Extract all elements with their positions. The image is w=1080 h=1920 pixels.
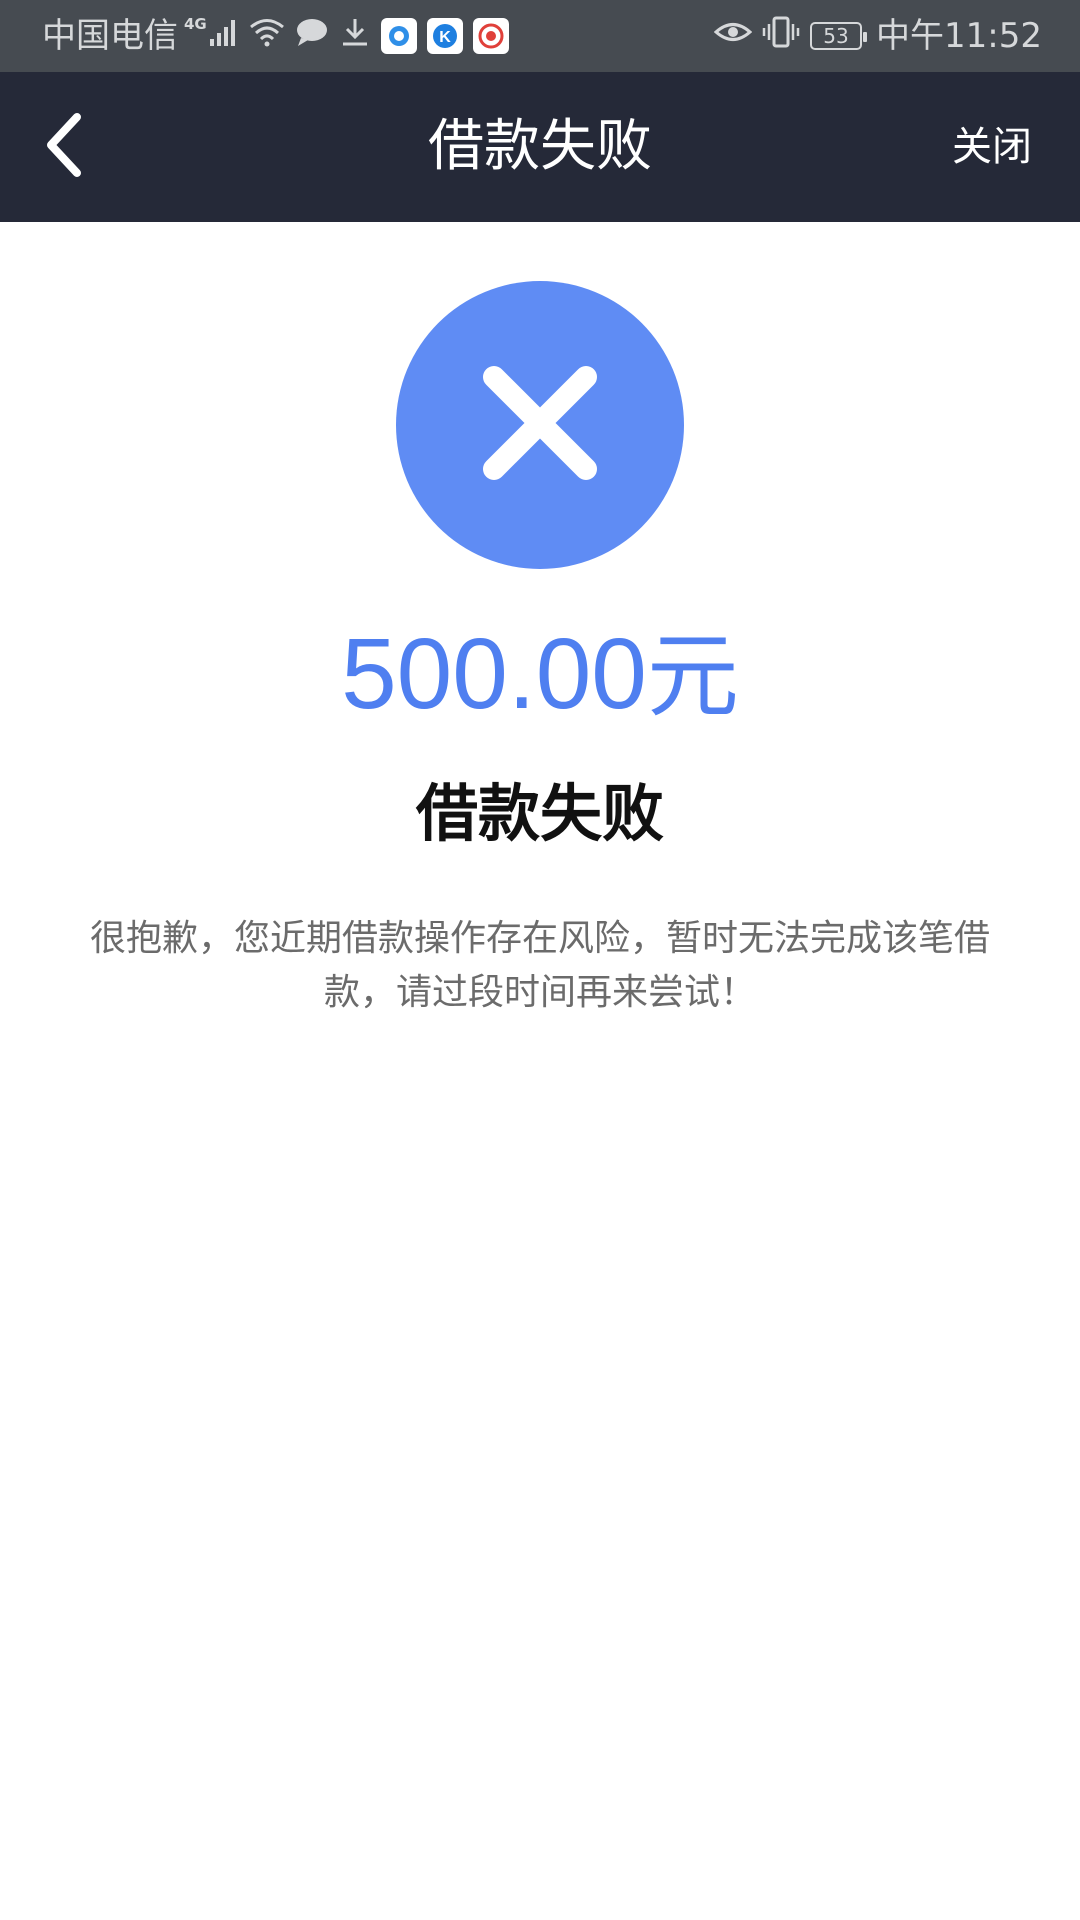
carrier-name: 中国电信 — [42, 16, 178, 56]
svg-text:K: K — [439, 29, 451, 46]
vibrate-icon — [762, 16, 800, 57]
message-icon — [295, 16, 329, 56]
nav-bar: 借款失败 关闭 — [0, 72, 1080, 222]
chevron-left-icon — [43, 113, 87, 181]
signal-icon — [209, 16, 239, 56]
download-icon — [339, 16, 371, 57]
result-description: 很抱歉，您近期借款操作存在风险，暂时无法完成该笔借款，请过段时间再来尝试！ — [89, 918, 990, 1013]
battery-level: 53 — [823, 24, 849, 48]
network-type: 4G — [184, 15, 207, 33]
status-bar-left: 中国电信 4G K — [42, 0, 509, 72]
status-bar: 中国电信 4G K 53 中午11:52 — [0, 0, 1080, 72]
wifi-icon — [249, 16, 285, 56]
app-icon-k: K — [426, 18, 463, 54]
app-icon-weibo — [472, 18, 509, 54]
close-icon — [480, 363, 600, 487]
status-time: 中午11:52 — [876, 16, 1042, 56]
back-button[interactable] — [30, 112, 100, 182]
battery-icon: 53 — [810, 22, 868, 50]
amount-unit: 元 — [646, 626, 739, 728]
status-bar-right: 53 中午11:52 — [713, 0, 1042, 72]
close-button[interactable]: 关闭 — [952, 72, 1032, 222]
loan-amount: 500.00元 — [0, 618, 1080, 733]
amount-value: 500.00 — [341, 618, 647, 730]
failure-status-icon — [396, 281, 684, 569]
app-icon-browser — [380, 18, 417, 54]
result-title: 借款失败 — [415, 777, 664, 850]
page-title: 借款失败 — [428, 114, 652, 179]
eye-icon — [713, 16, 753, 56]
